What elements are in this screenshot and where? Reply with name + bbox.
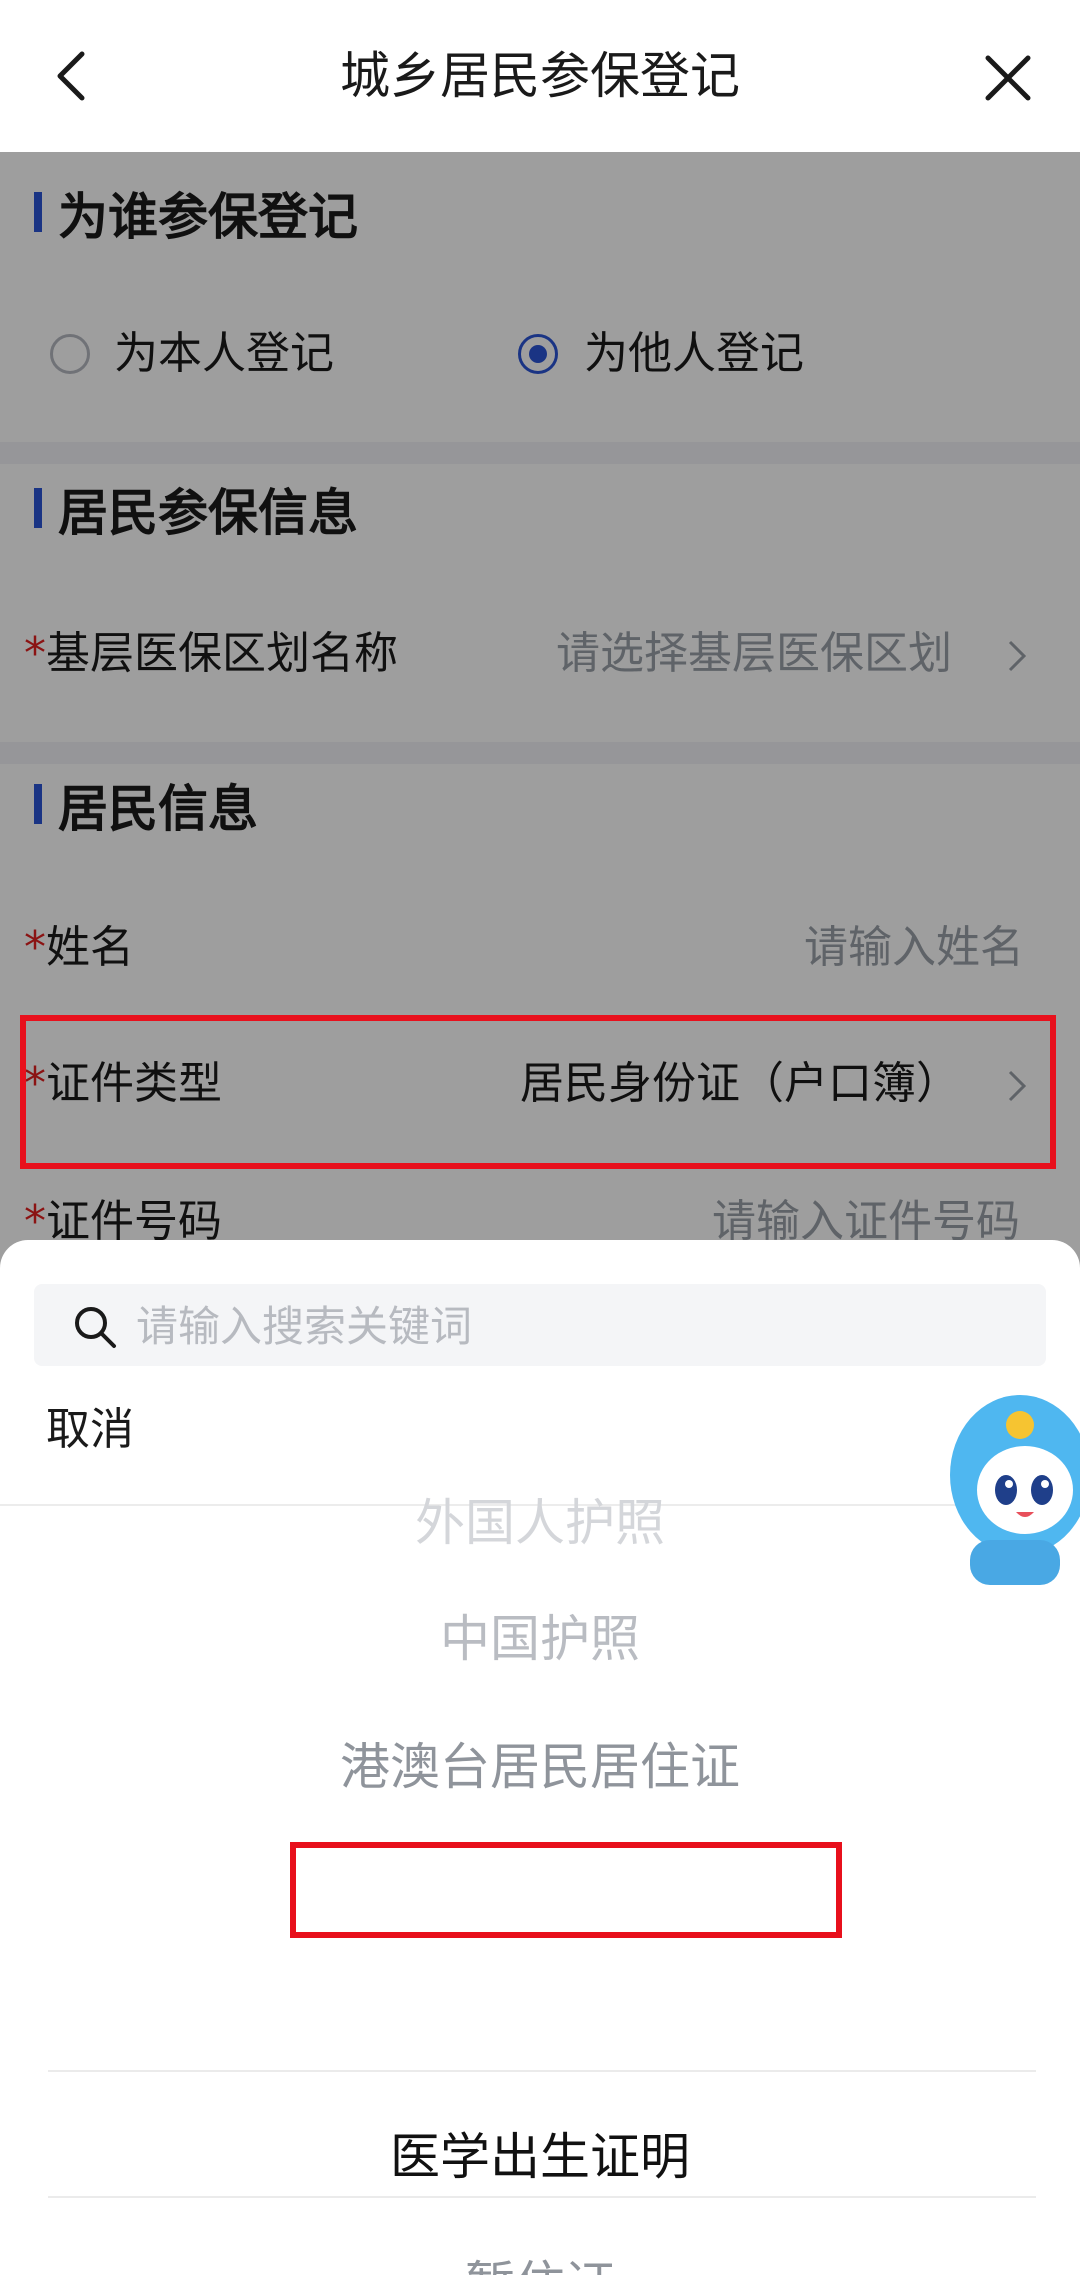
close-icon[interactable] (980, 50, 1036, 106)
search-bar[interactable] (34, 1284, 1046, 1368)
annotation-highlight-selected-option (290, 1842, 842, 1938)
mascot-icon[interactable] (930, 1380, 1080, 1590)
search-icon (75, 1307, 116, 1348)
annotation-highlight-id-type (20, 1015, 1056, 1169)
picker-selection-line (48, 2070, 1036, 2072)
search-input[interactable] (134, 1284, 1018, 1368)
picker-option[interactable]: 外国人护照 (0, 1488, 1080, 1558)
picker-sheet: 取消 外国人护照 中国护照 港澳台居民居住证 医学出生证明 暂住证 (0, 1240, 1080, 2275)
picker-selection-line (48, 2196, 1036, 2198)
picker-option[interactable]: 中国护照 (0, 1604, 1080, 1674)
app-header: 城乡居民参保登记 (0, 0, 1080, 152)
picker-option[interactable]: 港澳台居民居住证 (0, 1732, 1080, 1802)
page-title: 城乡居民参保登记 (340, 47, 740, 105)
picker-option-selected[interactable]: 医学出生证明 (0, 2122, 1080, 2192)
cancel-button[interactable]: 取消 (46, 1400, 134, 1460)
picker-option[interactable]: 暂住证 (0, 2250, 1080, 2275)
